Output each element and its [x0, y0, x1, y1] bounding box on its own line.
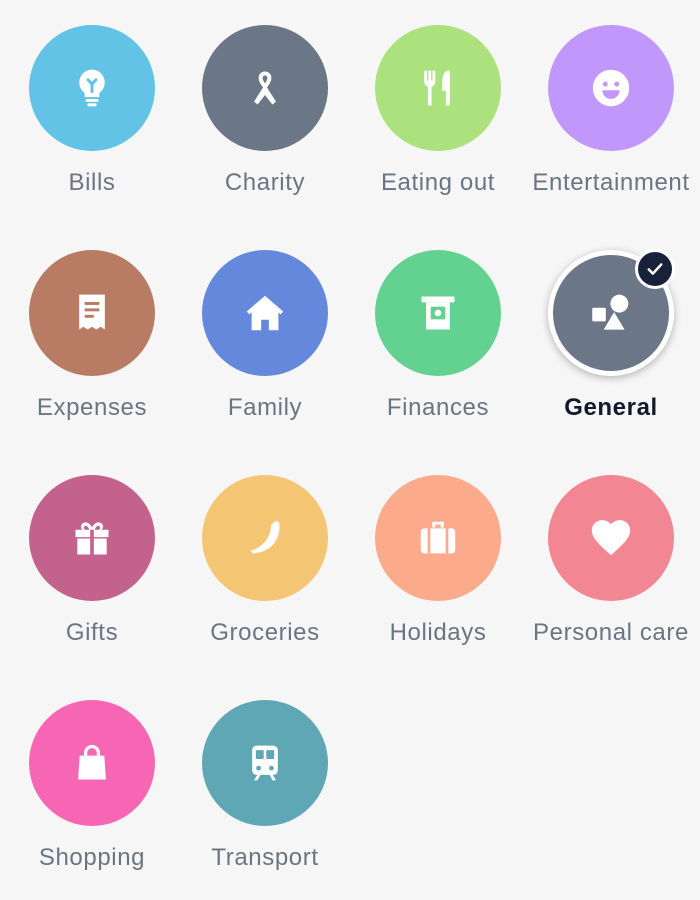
suitcase-icon: [415, 515, 461, 561]
category-finances[interactable]: Finances: [351, 225, 525, 425]
fork-knife-icon: [416, 66, 460, 110]
category-gifts[interactable]: Gifts: [5, 450, 179, 650]
category-label: Groceries: [210, 619, 320, 646]
home-icon: [242, 290, 288, 336]
category-label: Personal care: [533, 619, 689, 646]
category-entertainment-circle: [548, 25, 674, 151]
category-label: Bills: [68, 169, 116, 196]
receipt-icon: [70, 291, 114, 335]
banana-icon: [242, 515, 288, 561]
category-label: Eating out: [380, 169, 496, 196]
category-eating-out-circle: [375, 25, 501, 151]
train-icon: [243, 741, 287, 785]
category-charity[interactable]: Charity: [178, 0, 352, 200]
category-general-circle: [548, 249, 675, 376]
category-personal-care-circle: [548, 475, 674, 601]
category-holidays[interactable]: Holidays: [351, 450, 525, 650]
ribbon-icon: [243, 66, 287, 110]
category-transport[interactable]: Transport: [178, 675, 352, 875]
category-family-circle: [202, 250, 328, 376]
category-family[interactable]: Family: [178, 225, 352, 425]
category-expenses[interactable]: Expenses: [5, 225, 179, 425]
category-transport-circle: [202, 700, 328, 826]
atm-cash-icon: [416, 291, 460, 335]
category-label: Shopping: [38, 844, 146, 871]
category-shopping-circle: [29, 700, 155, 826]
category-charity-circle: [202, 25, 328, 151]
category-bills-circle: [29, 25, 155, 151]
category-label: Expenses: [36, 394, 148, 421]
category-label: Family: [227, 394, 303, 421]
category-label: General: [564, 394, 658, 421]
shopping-bag-icon: [70, 741, 114, 785]
category-expenses-circle: [29, 250, 155, 376]
category-groceries-circle: [202, 475, 328, 601]
selected-check-icon: [635, 249, 675, 289]
category-finances-circle: [375, 250, 501, 376]
category-label: Entertainment: [532, 169, 690, 196]
category-gifts-circle: [29, 475, 155, 601]
category-shopping[interactable]: Shopping: [5, 675, 179, 875]
category-general[interactable]: General: [524, 225, 698, 425]
category-personal-care[interactable]: Personal care: [524, 450, 698, 650]
lightbulb-icon: [70, 66, 114, 110]
category-label: Finances: [386, 394, 490, 421]
category-label: Gifts: [65, 619, 119, 646]
category-eating-out[interactable]: Eating out: [351, 0, 525, 200]
category-grid: Bills Charity Eating out Entertainment E…: [0, 0, 700, 900]
heart-icon: [588, 515, 634, 561]
category-groceries[interactable]: Groceries: [178, 450, 352, 650]
category-holidays-circle: [375, 475, 501, 601]
category-bills[interactable]: Bills: [5, 0, 179, 200]
category-label: Transport: [211, 844, 319, 871]
category-entertainment[interactable]: Entertainment: [524, 0, 698, 200]
category-label: Charity: [224, 169, 306, 196]
category-label: Holidays: [389, 619, 487, 646]
shapes-icon: [586, 288, 636, 338]
smiley-icon: [588, 65, 634, 111]
gift-icon: [70, 516, 114, 560]
